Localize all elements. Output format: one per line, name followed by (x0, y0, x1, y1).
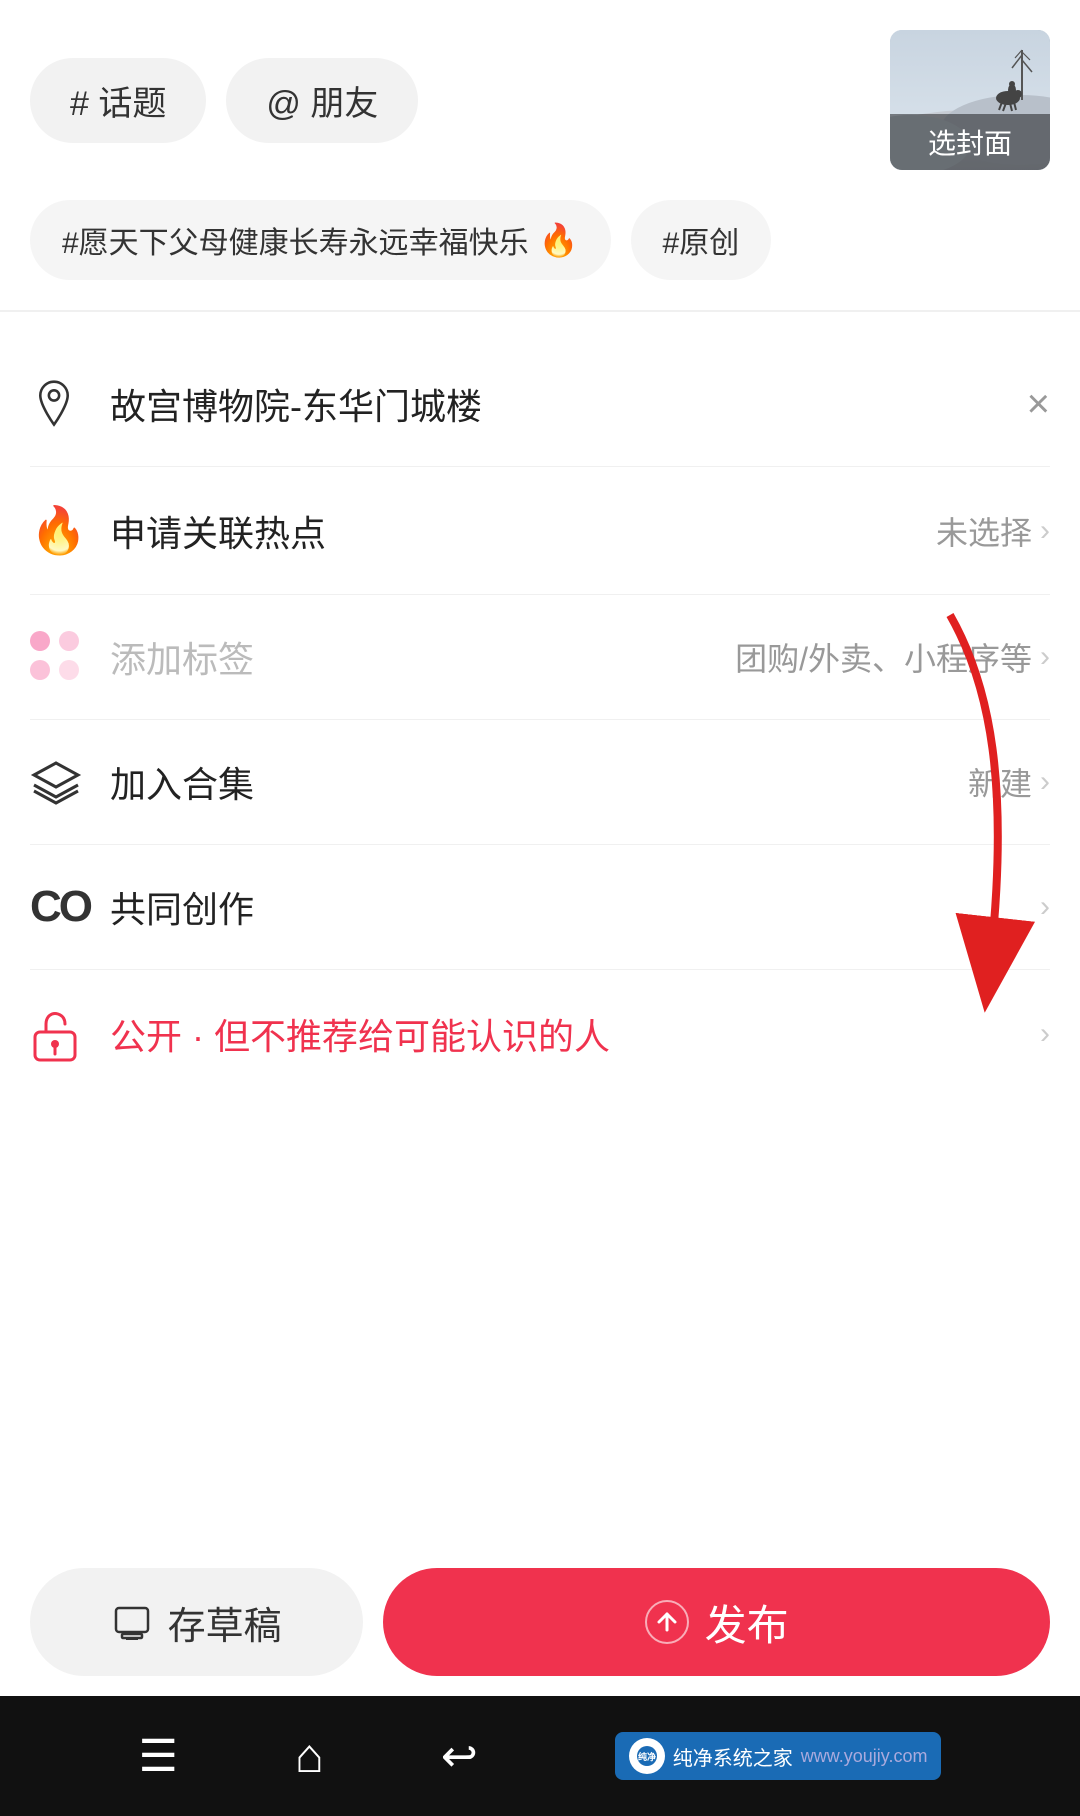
collab-icon-wrap: CO (30, 882, 110, 932)
nav-back-icon[interactable]: ↩ (441, 1731, 478, 1782)
lock-icon (30, 1006, 80, 1062)
co-icon: CO (30, 882, 90, 932)
privacy-row[interactable]: 公开 · 但不推荐给可能认识的人 › (30, 970, 1050, 1098)
collab-chevron-icon: › (1040, 890, 1050, 924)
top-section: # 话题 @ 朋友 (0, 0, 1080, 170)
tag-row[interactable]: 添加标签 团购/外卖、小程序等 › (30, 595, 1050, 720)
bottom-bar: 存草稿 发布 (0, 1548, 1080, 1696)
draft-button[interactable]: 存草稿 (30, 1568, 363, 1676)
friend-button[interactable]: @ 朋友 (226, 58, 418, 143)
hashtag-text-2: #原创 (663, 218, 740, 262)
draft-label: 存草稿 (168, 1595, 282, 1650)
privacy-chevron-icon: › (1040, 1017, 1050, 1051)
hashtag-pill-2[interactable]: #原创 (631, 200, 772, 280)
collab-label: 共同创作 (110, 881, 1040, 933)
watermark-logo: 纯净 (635, 1744, 659, 1768)
cover-thumbnail[interactable]: 选封面 (890, 30, 1050, 170)
watermark: 纯净 纯净系统之家 www.youjiy.com (615, 1732, 942, 1780)
hotpoint-icon-wrap: 🔥 (30, 503, 110, 558)
hashtag-pill-1[interactable]: #愿天下父母健康长寿永远幸福快乐 🔥 (30, 200, 611, 280)
publish-upload-icon (645, 1600, 689, 1644)
tag-value: 团购/外卖、小程序等 › (735, 634, 1050, 680)
dots-icon (30, 631, 82, 683)
collab-row[interactable]: CO 共同创作 › (30, 845, 1050, 970)
menu-section: 故宫博物院-东华门城楼 × 🔥 申请关联热点 未选择 › 添加标签 团购/外卖、… (0, 342, 1080, 1098)
cover-label[interactable]: 选封面 (890, 114, 1050, 170)
tag-chevron-icon: › (1040, 640, 1050, 674)
hashtag-text-1: #愿天下父母健康长寿永远幸福快乐 (62, 218, 529, 262)
layers-icon (30, 759, 82, 805)
hotpoint-icon: 🔥 (30, 503, 87, 558)
collection-row[interactable]: 加入合集 新建 › (30, 720, 1050, 845)
publish-label: 发布 (705, 1592, 789, 1653)
collection-icon-wrap (30, 759, 110, 805)
svg-text:纯净: 纯净 (638, 1751, 656, 1762)
hotpoint-label: 申请关联热点 (110, 505, 936, 557)
location-icon-wrap (30, 380, 110, 428)
tag-buttons: # 话题 @ 朋友 (30, 58, 418, 143)
privacy-label: 公开 · 但不推荐给可能认识的人 (110, 1008, 1040, 1060)
collection-chevron-icon: › (1040, 765, 1050, 799)
draft-icon (112, 1604, 152, 1640)
fire-icon-1: 🔥 (539, 221, 579, 259)
watermark-icon: 纯净 (629, 1738, 665, 1774)
nav-menu-icon[interactable]: ☰ (138, 1731, 177, 1782)
privacy-value: › (1040, 1017, 1050, 1051)
tag-icon-wrap (30, 631, 110, 683)
collection-label: 加入合集 (110, 756, 968, 808)
android-nav-bar: ☰ ⌂ ↩ 纯净 纯净系统之家 www.youjiy.com (0, 1696, 1080, 1816)
privacy-icon-wrap (30, 1006, 110, 1062)
location-label: 故宫博物院-东华门城楼 (110, 378, 1027, 430)
watermark-url: www.youjiy.com (801, 1746, 928, 1767)
hotpoint-value: 未选择 › (936, 508, 1050, 554)
hashtag-strip: #愿天下父母健康长寿永远幸福快乐 🔥 #原创 (30, 200, 1050, 280)
divider-1 (0, 310, 1080, 312)
watermark-text: 纯净系统之家 (673, 1742, 793, 1771)
tag-label: 添加标签 (110, 631, 735, 683)
publish-button[interactable]: 发布 (383, 1568, 1050, 1676)
hotpoint-row[interactable]: 🔥 申请关联热点 未选择 › (30, 467, 1050, 595)
location-close-button[interactable]: × (1027, 382, 1050, 427)
location-row[interactable]: 故宫博物院-东华门城楼 × (30, 342, 1050, 467)
nav-home-icon[interactable]: ⌂ (295, 1729, 324, 1784)
collection-value: 新建 › (968, 759, 1050, 805)
collab-value: › (1040, 890, 1050, 924)
topic-button[interactable]: # 话题 (30, 58, 206, 143)
hotpoint-chevron-icon: › (1040, 514, 1050, 548)
location-icon (30, 380, 78, 428)
